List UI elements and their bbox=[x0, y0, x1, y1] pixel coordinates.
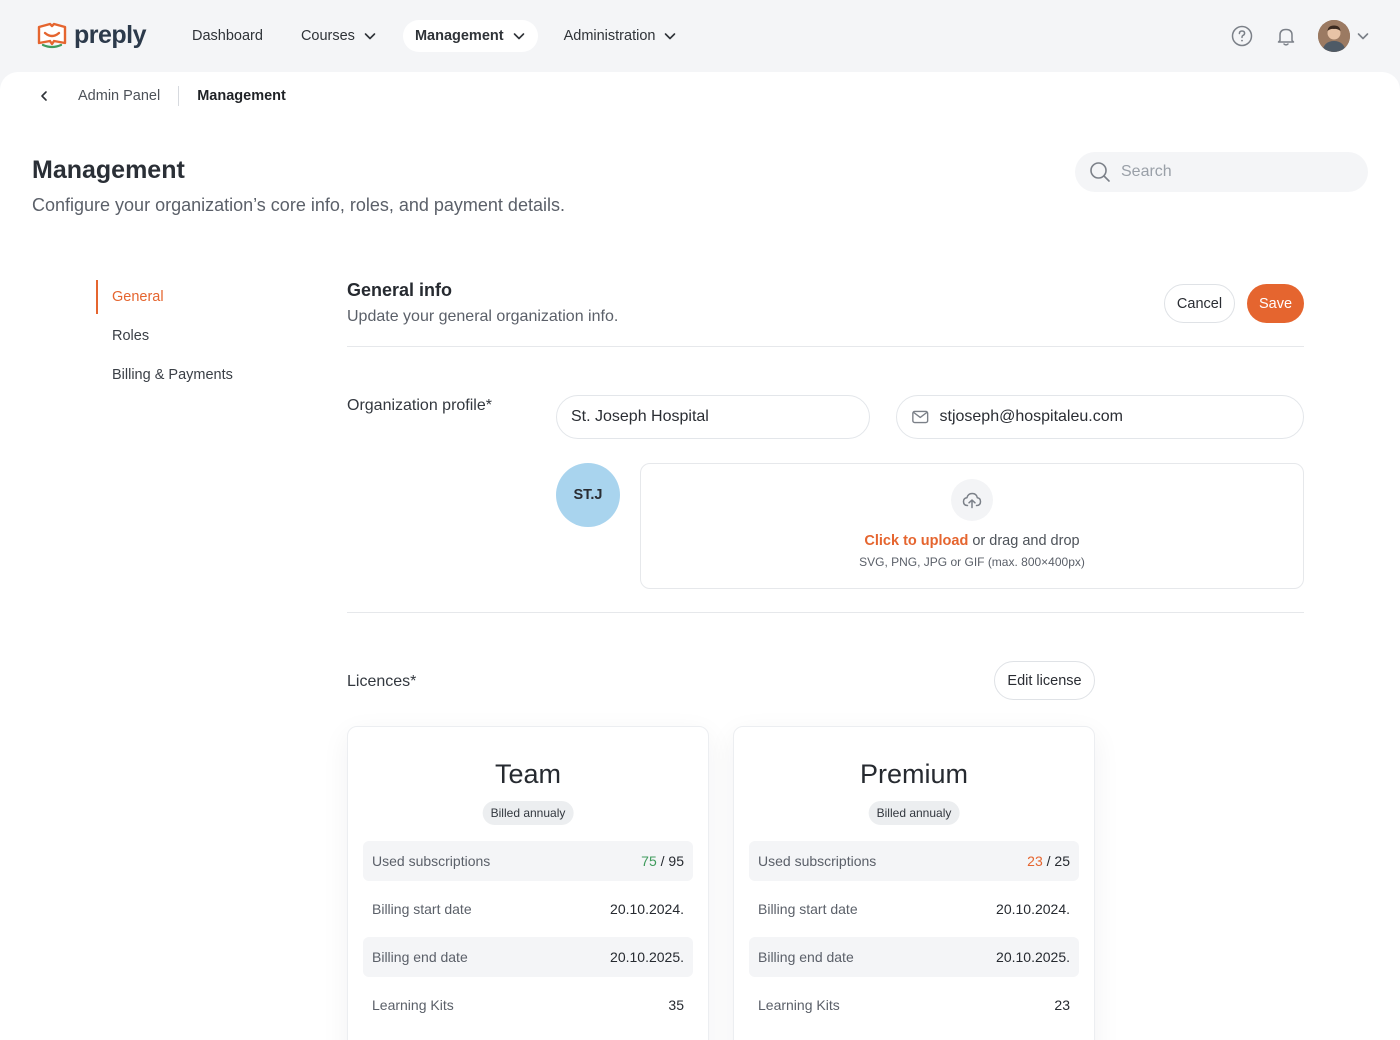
license-card-title: Premium bbox=[859, 759, 968, 789]
search-box[interactable] bbox=[1075, 152, 1368, 192]
learning-kits-value: 35 bbox=[668, 997, 684, 1013]
billing-badge: Billed annualy bbox=[868, 801, 960, 825]
nav-dashboard[interactable]: Dashboard bbox=[180, 20, 275, 52]
license-row-start: Billing start date 20.10.2024. bbox=[363, 889, 693, 929]
upload-instructions: Click to upload or drag and drop bbox=[641, 533, 1303, 549]
sidebar-item-billing[interactable]: Billing & Payments bbox=[96, 358, 296, 392]
billing-end-label: Billing end date bbox=[372, 949, 468, 965]
billing-start-value: 20.10.2024. bbox=[996, 901, 1070, 917]
drag-drop-text: or drag and drop bbox=[968, 533, 1080, 549]
page-subtitle: Configure your organization’s core info,… bbox=[32, 195, 565, 215]
nav-administration-label: Administration bbox=[563, 28, 656, 44]
search-input[interactable] bbox=[1121, 163, 1341, 181]
used-subscriptions-value: 75 / 95 bbox=[641, 853, 684, 869]
user-menu[interactable] bbox=[1318, 20, 1370, 52]
click-to-upload-link[interactable]: Click to upload bbox=[864, 533, 968, 549]
top-bar: preply Dashboard Courses Management Admi… bbox=[0, 0, 1400, 72]
search-icon bbox=[1090, 162, 1110, 182]
billing-start-label: Billing start date bbox=[372, 901, 472, 917]
cancel-button[interactable]: Cancel bbox=[1164, 284, 1235, 323]
nav-courses-label: Courses bbox=[300, 28, 355, 44]
total-count: / 25 bbox=[1042, 853, 1070, 869]
license-row-end: Billing end date 20.10.2025. bbox=[363, 937, 693, 977]
bell-icon bbox=[1277, 28, 1295, 46]
used-count: 23 bbox=[1027, 853, 1043, 869]
total-count: / 95 bbox=[656, 853, 684, 869]
brand-logo[interactable]: preply bbox=[36, 18, 147, 52]
upload-icon-wrap bbox=[951, 479, 993, 521]
sidebar-item-general[interactable]: General bbox=[96, 280, 296, 314]
org-name-field[interactable] bbox=[556, 395, 870, 439]
upload-hint: SVG, PNG, JPG or GIF (max. 800×400px) bbox=[859, 555, 1085, 569]
learning-kits-value: 23 bbox=[1054, 997, 1070, 1013]
org-name-input[interactable] bbox=[571, 408, 855, 426]
main-panel: Admin Panel Management Management Config… bbox=[0, 72, 1400, 1040]
nav-management[interactable]: Management bbox=[402, 20, 538, 52]
org-email-field[interactable] bbox=[896, 395, 1304, 439]
mail-icon bbox=[912, 410, 929, 424]
user-avatar-icon bbox=[1318, 20, 1350, 52]
top-right-actions bbox=[1230, 18, 1370, 54]
license-details: Used subscriptions 23 / 25 Billing start… bbox=[749, 841, 1079, 1033]
preply-logo-icon bbox=[37, 22, 67, 49]
license-details: Used subscriptions 75 / 95 Billing start… bbox=[363, 841, 693, 1033]
main-nav: Dashboard Courses Management Administrat… bbox=[180, 20, 703, 52]
breadcrumb-separator bbox=[178, 86, 180, 106]
license-row-used: Used subscriptions 75 / 95 bbox=[363, 841, 693, 881]
used-count: 75 bbox=[641, 853, 657, 869]
help-button[interactable] bbox=[1230, 24, 1254, 48]
cloud-upload-icon bbox=[962, 492, 982, 509]
nav-courses[interactable]: Courses bbox=[289, 20, 389, 52]
billing-start-label: Billing start date bbox=[758, 901, 858, 917]
nav-administration[interactable]: Administration bbox=[552, 20, 690, 52]
license-card-title: Team bbox=[494, 759, 562, 789]
chevron-down-icon bbox=[364, 33, 376, 40]
org-avatar: ST.J bbox=[556, 463, 620, 527]
licences-label: Licences* bbox=[347, 673, 417, 690]
nav-dashboard-label: Dashboard bbox=[192, 28, 263, 44]
chevron-down-icon bbox=[513, 33, 524, 40]
learning-kits-label: Learning Kits bbox=[758, 997, 840, 1013]
license-row-start: Billing start date 20.10.2024. bbox=[749, 889, 1079, 929]
sidebar-item-roles[interactable]: Roles bbox=[96, 319, 296, 353]
section-divider bbox=[347, 346, 1304, 347]
breadcrumb: Admin Panel Management bbox=[36, 86, 286, 106]
license-row-kits: Learning Kits 23 bbox=[749, 985, 1079, 1025]
brand-name: preply bbox=[74, 20, 147, 49]
billing-badge: Billed annualy bbox=[482, 801, 574, 825]
used-subscriptions-label: Used subscriptions bbox=[372, 853, 491, 869]
license-row-end: Billing end date 20.10.2025. bbox=[749, 937, 1079, 977]
settings-sidebar: General Roles Billing & Payments bbox=[96, 280, 296, 397]
breadcrumb-admin-panel[interactable]: Admin Panel bbox=[78, 88, 160, 104]
license-row-used: Used subscriptions 23 / 25 bbox=[749, 841, 1079, 881]
chevron-down-icon bbox=[1357, 33, 1369, 40]
chevron-down-icon bbox=[665, 33, 676, 40]
help-icon bbox=[1231, 25, 1253, 47]
section-divider bbox=[347, 612, 1304, 613]
logo-upload-dropzone[interactable]: Click to upload or drag and drop SVG, PN… bbox=[640, 463, 1304, 589]
section-subtitle: Update your general organization info. bbox=[347, 308, 619, 325]
page-title: Management bbox=[32, 156, 185, 184]
edit-license-button[interactable]: Edit license bbox=[994, 661, 1095, 700]
org-email-input[interactable] bbox=[939, 408, 1289, 426]
nav-management-label: Management bbox=[414, 28, 504, 44]
billing-end-label: Billing end date bbox=[758, 949, 854, 965]
used-subscriptions-value: 23 / 25 bbox=[1027, 853, 1070, 869]
billing-end-value: 20.10.2025. bbox=[610, 949, 684, 965]
billing-start-value: 20.10.2024. bbox=[610, 901, 684, 917]
chevron-left-icon[interactable] bbox=[36, 88, 52, 104]
learning-kits-label: Learning Kits bbox=[372, 997, 454, 1013]
notifications-button[interactable] bbox=[1274, 24, 1298, 48]
license-card-team: Team Billed annualy Used subscriptions 7… bbox=[347, 726, 709, 1040]
billing-end-value: 20.10.2025. bbox=[996, 949, 1070, 965]
license-card-premium: Premium Billed annualy Used subscription… bbox=[733, 726, 1095, 1040]
license-row-kits: Learning Kits 35 bbox=[363, 985, 693, 1025]
org-profile-label: Organization profile* bbox=[347, 397, 492, 414]
avatar bbox=[1318, 20, 1350, 52]
save-button[interactable]: Save bbox=[1247, 284, 1304, 323]
breadcrumb-current: Management bbox=[197, 88, 286, 104]
used-subscriptions-label: Used subscriptions bbox=[758, 853, 877, 869]
section-title: General info bbox=[347, 280, 453, 300]
